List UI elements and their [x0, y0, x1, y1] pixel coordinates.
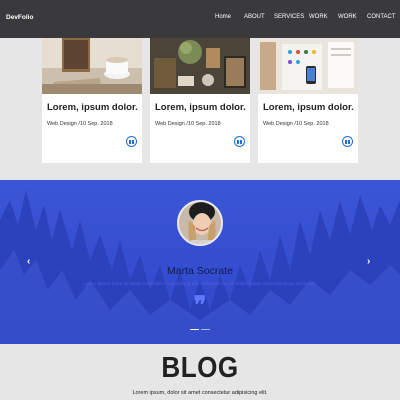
nav-link-services[interactable]: SERVICES: [274, 14, 304, 20]
avatar: [177, 200, 223, 246]
testimonial-text: Lorem ipsum dolor sit amet consectetur a…: [82, 282, 318, 287]
pause-icon[interactable]: [342, 136, 353, 147]
work-card[interactable]: Lorem, ipsum dolor. Web Design /10 Sep. …: [42, 38, 142, 163]
nav-link-contact[interactable]: CONTACT: [367, 14, 396, 20]
work-card-image[interactable]: [42, 38, 142, 94]
chevron-left-icon[interactable]: ‹: [27, 256, 30, 267]
testimonial-section: Marta Socrate Lorem ipsum dolor sit amet…: [0, 180, 400, 344]
carousel-indicator[interactable]: [201, 329, 210, 330]
chevron-right-icon[interactable]: ›: [367, 256, 370, 267]
work-card[interactable]: Lorem, ipsum dolor. Web Design /10 Sep. …: [150, 38, 250, 163]
work-card[interactable]: Lorem, ipsum dolor. Web Design /10 Sep. …: [258, 38, 358, 163]
nav-link-home[interactable]: Home: [215, 14, 231, 20]
nav-menu: Home ABOUT SERVICES WORK WORK CONTACT: [0, 14, 400, 24]
phone-notebook-image: [258, 38, 358, 94]
page: DevFolio Home ABOUT SERVICES WORK WORK C…: [0, 0, 400, 400]
navbar: DevFolio Home ABOUT SERVICES WORK WORK C…: [0, 0, 400, 38]
blog-section: BLOG Lorem ipsum, dolor sit amet consect…: [0, 344, 400, 400]
work-card-image[interactable]: [258, 38, 358, 94]
pause-icon[interactable]: [126, 136, 137, 147]
carousel-indicators: [190, 329, 210, 331]
laptop-coffee-image: [42, 38, 142, 94]
work-card-meta: Web Design /10 Sep. 2018: [263, 121, 329, 127]
blog-title: BLOG: [161, 352, 239, 384]
carousel-indicator-active[interactable]: [190, 329, 199, 330]
work-card-title[interactable]: Lorem, ipsum dolor.: [263, 102, 354, 113]
work-card-image[interactable]: [150, 38, 250, 94]
work-card-title[interactable]: Lorem, ipsum dolor.: [155, 102, 246, 113]
quote-icon: ❞: [193, 290, 207, 319]
nav-link-work[interactable]: WORK: [309, 14, 328, 20]
work-card-title[interactable]: Lorem, ipsum dolor.: [47, 102, 138, 113]
work-section: Lorem, ipsum dolor. Web Design /10 Sep. …: [0, 38, 400, 180]
nav-link-about[interactable]: ABOUT: [244, 14, 265, 20]
desk-items-image: [150, 38, 250, 94]
blog-subtitle: Lorem ipsum, dolor sit amet consectetur …: [132, 390, 268, 396]
testimonial-name: Marta Socrate: [167, 265, 233, 277]
nav-link-work-2[interactable]: WORK: [338, 14, 357, 20]
work-card-meta: Web Design /10 Sep. 2018: [47, 121, 113, 127]
work-card-meta: Web Design /10 Sep. 2018: [155, 121, 221, 127]
pause-icon[interactable]: [234, 136, 245, 147]
